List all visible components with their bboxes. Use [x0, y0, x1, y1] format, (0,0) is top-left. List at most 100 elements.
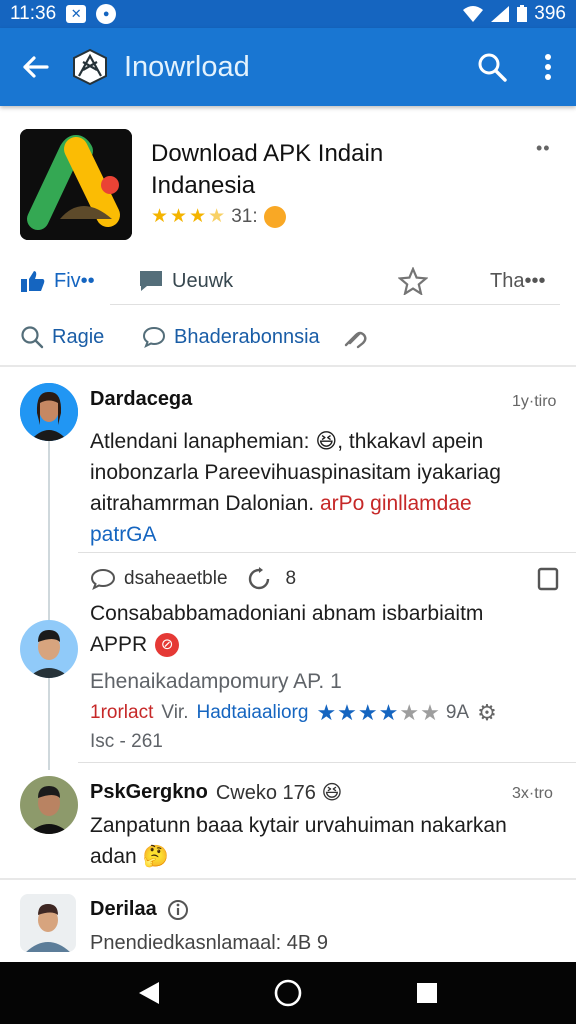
comment-title-line2: APPR ⊘: [90, 629, 560, 660]
filter-row: Ragie Bhaderabonnsia: [0, 314, 576, 360]
like-label: Fiv••: [54, 269, 95, 292]
comment-line: Zanpatunn baaa kytair urvahuiman nakarka…: [90, 814, 507, 837]
nav-home-icon: [274, 979, 302, 1007]
star-half-icon: ★: [208, 206, 226, 227]
comment-body: Pnendiedkasnlamaal: 4B 9: [90, 932, 328, 954]
tag-red[interactable]: 1rorlact: [90, 702, 153, 724]
comment-user-extra: Cweko 176 😆: [215, 782, 343, 804]
meta-count: 8: [285, 568, 297, 589]
comment-header: Derilaa: [90, 898, 189, 921]
thread-line: [48, 440, 50, 770]
share-button[interactable]: Tha•••: [490, 258, 545, 304]
comment-time: 3x·tro: [512, 785, 553, 802]
blocked-icon: ⊘: [155, 632, 180, 657]
app-name-line2: Indanesia: [151, 172, 256, 199]
review-label: Ueuwk: [172, 269, 234, 292]
status-time: 11:36: [10, 3, 57, 24]
app-icon[interactable]: [20, 129, 132, 240]
app-name: Download APK Indain Indanesia: [151, 138, 451, 202]
comment-body: Consababbamadoniani abnam isbarbiaitm AP…: [90, 598, 560, 660]
comment-line: adan 🤔: [90, 845, 169, 868]
star-icon: ★: [189, 206, 207, 227]
nav-recents-icon: [416, 983, 437, 1003]
nav-back-button[interactable]: [119, 962, 179, 1024]
comment-username[interactable]: Derilaa: [90, 898, 157, 921]
search-icon: [478, 53, 507, 82]
avatar[interactable]: [20, 776, 78, 834]
comment-link[interactable]: patrGA: [90, 519, 560, 550]
star-icon: ★: [337, 700, 357, 725]
star-icon: ★: [170, 206, 188, 227]
star-empty-icon: ★: [420, 700, 440, 725]
search-button[interactable]: [464, 28, 520, 106]
star-empty-icon: ★: [399, 700, 420, 725]
comment-username[interactable]: PskGergkno: [90, 781, 208, 804]
divider: [78, 762, 576, 763]
divider: [78, 552, 576, 553]
star-outline-icon: [398, 267, 428, 295]
battery-level: 396: [534, 3, 566, 24]
review-button[interactable]: Ueuwk: [138, 258, 233, 304]
notification-icon: ✕: [66, 5, 87, 23]
tag-blue[interactable]: Hadtaiaaliorg: [196, 702, 308, 724]
signal-icon: [491, 6, 510, 22]
chat-bubble-icon[interactable]: [90, 567, 116, 591]
comment-line: aitrahamrman Dalonian. arPo ginllamdae: [90, 488, 560, 519]
chat-bubble-icon: [142, 326, 166, 349]
meta-label: dsaheaetble: [124, 568, 228, 589]
nav-back-icon: [139, 982, 160, 1004]
comment-line: inobonzarla Pareevihuaspinasitam iyakari…: [90, 461, 501, 484]
search-icon: [21, 326, 44, 349]
rating-text: 31:: [231, 205, 258, 227]
action-row: Fiv•• Ueuwk Tha•••: [0, 258, 576, 304]
favorite-button[interactable]: [398, 258, 428, 304]
comment-time: 1y·tiro: [512, 393, 557, 410]
more-vert-icon: [545, 54, 551, 80]
thumbs-up-icon: [21, 271, 45, 292]
avatar[interactable]: [20, 620, 78, 678]
like-button[interactable]: Fiv••: [20, 258, 95, 304]
chat-notification-icon: ●: [96, 4, 117, 24]
comment-header: PskGergkno Cweko 176 😆: [90, 780, 342, 805]
navigation-bar: [0, 962, 576, 1024]
avatar[interactable]: [20, 894, 76, 952]
comment-icon: [140, 271, 162, 291]
back-arrow-icon: [23, 56, 49, 78]
info-icon[interactable]: [167, 899, 189, 921]
section-divider: [0, 878, 576, 880]
refresh-icon[interactable]: [246, 566, 272, 592]
battery-icon: [517, 5, 528, 22]
divider: [110, 304, 560, 305]
attach-button[interactable]: [342, 314, 370, 360]
attach-icon: [344, 331, 367, 349]
emoji-icon: [263, 205, 286, 228]
rating-row: 1rorlact Vir. Hadtaiaaliorg ★ ★ ★ ★ ★ ★ …: [90, 700, 560, 726]
bookmark-button[interactable]: [536, 566, 560, 597]
app-name-line1: Download APK Indain: [151, 140, 384, 167]
wifi-icon: [463, 6, 484, 22]
app-logo-icon: [70, 47, 110, 87]
comment-body: Zanpatunn baaa kytair urvahuiman nakarka…: [90, 810, 560, 872]
comment-title-text: APPR: [90, 633, 148, 656]
back-button[interactable]: [0, 28, 70, 106]
avatar[interactable]: [20, 383, 78, 441]
comment-username[interactable]: Dardacega: [90, 388, 192, 411]
comment-date: Isc - 261: [90, 731, 163, 752]
app-rating: ★ ★ ★ ★ 31:: [151, 205, 286, 228]
filter-discussion[interactable]: Bhaderabonnsia: [142, 314, 320, 360]
star-icon: ★: [357, 700, 378, 725]
settings-icon[interactable]: ⚙: [477, 700, 497, 726]
rating-stars: ★ ★ ★ ★ ★ ★: [316, 700, 439, 726]
nav-recents-button[interactable]: [397, 962, 457, 1024]
filter-search-label: Ragie: [52, 325, 105, 348]
comment-meta: dsaheaetble 8: [90, 566, 296, 592]
section-divider: [0, 365, 576, 367]
filter-search[interactable]: Ragie: [20, 314, 104, 360]
star-icon: ★: [151, 206, 169, 227]
star-icon: ★: [316, 700, 337, 725]
nav-home-button[interactable]: [258, 962, 318, 1024]
star-icon: ★: [378, 700, 399, 725]
overflow-menu-button[interactable]: [520, 28, 576, 106]
app-more-button[interactable]: ••: [536, 138, 551, 159]
comment-link[interactable]: arPo ginllamdae: [320, 492, 472, 515]
